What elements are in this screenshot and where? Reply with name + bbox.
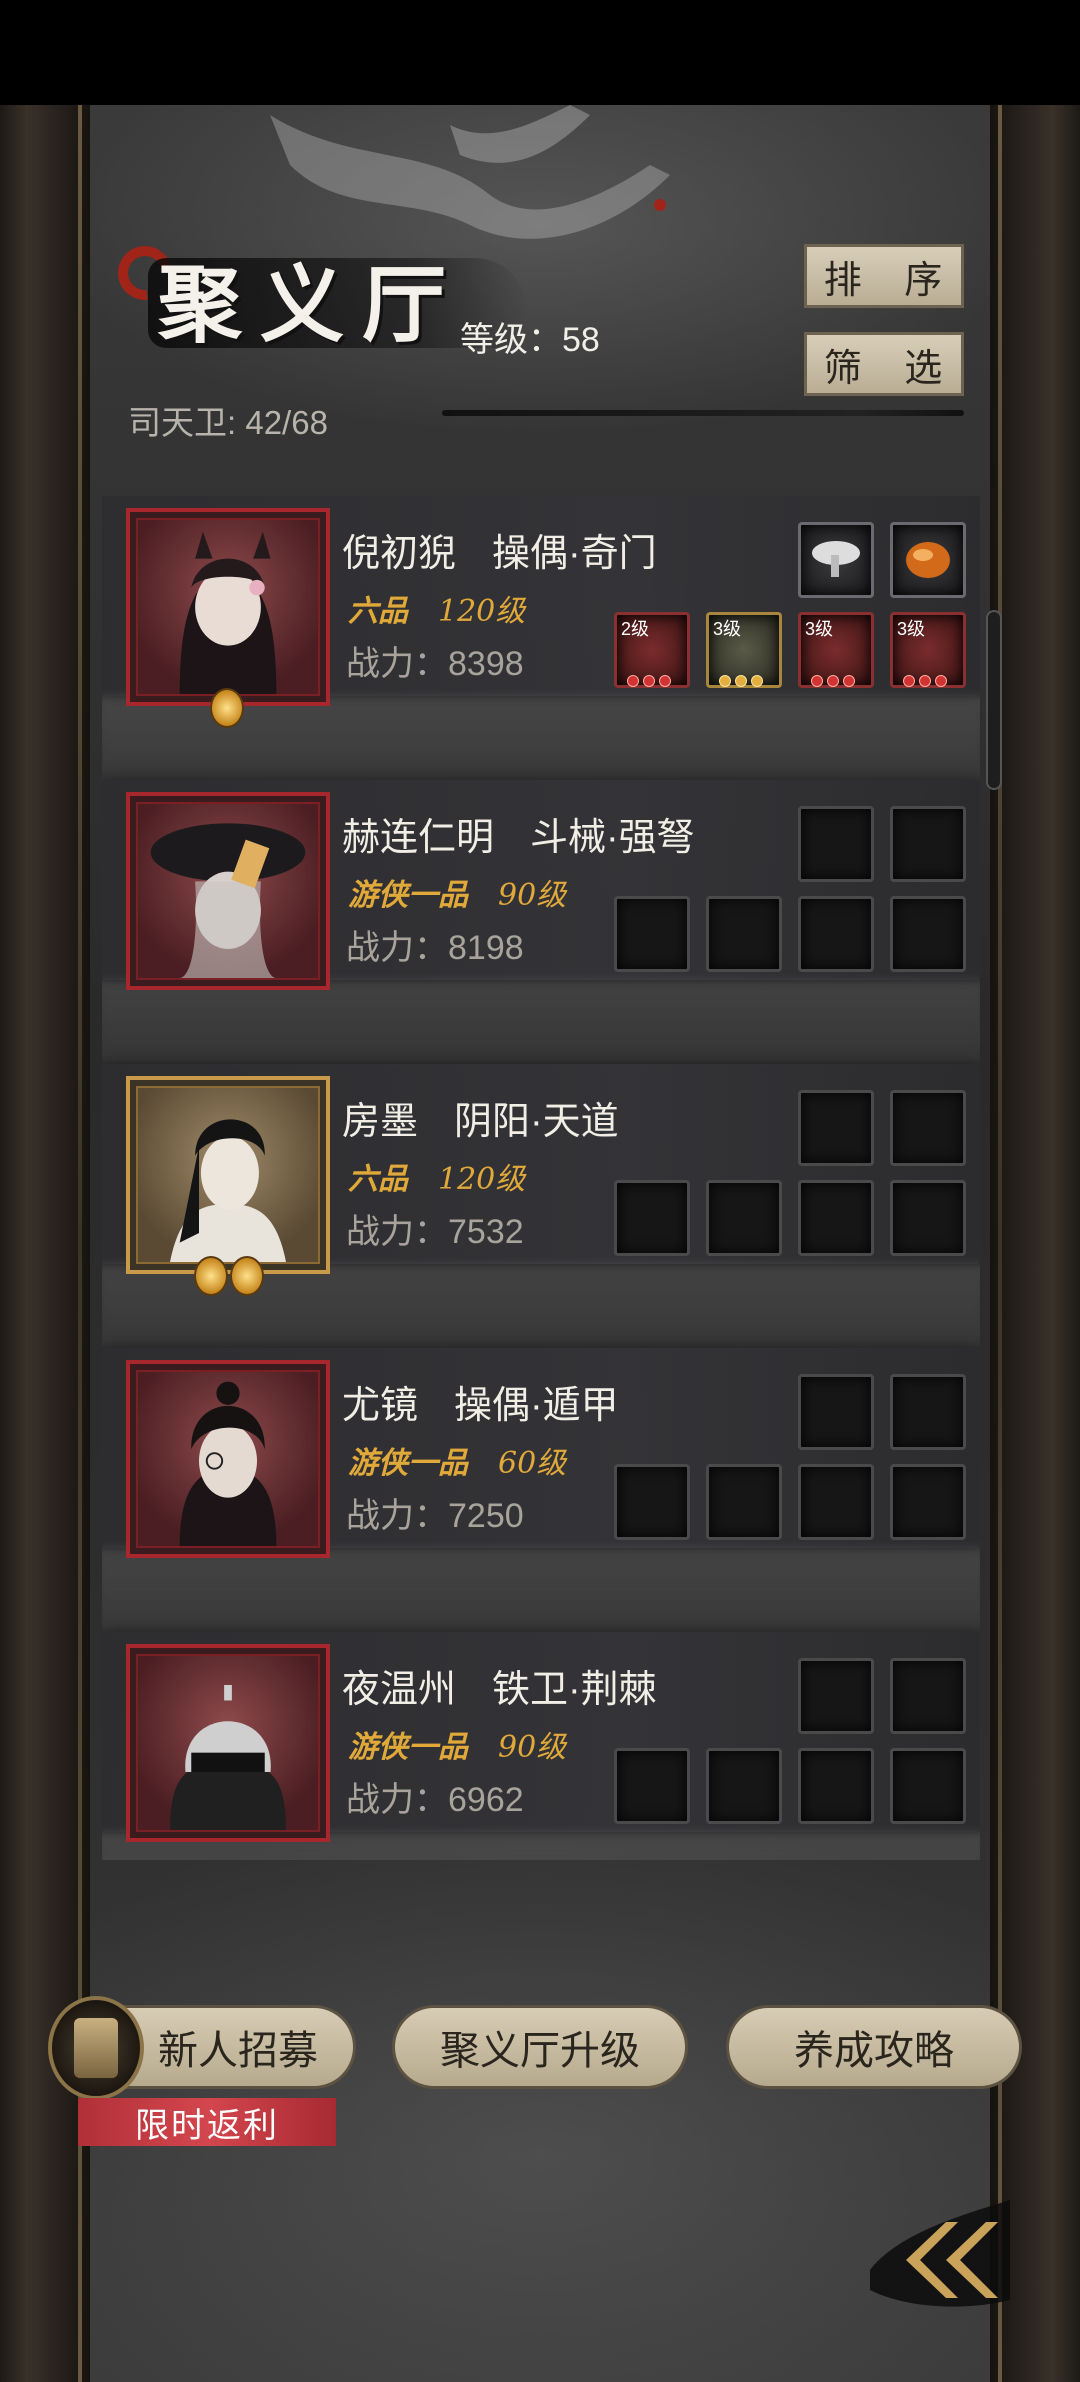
hall-title: 聚义厅 — [106, 228, 528, 368]
empty-slot[interactable] — [798, 1464, 874, 1540]
hero-class: 操偶·遁甲 — [454, 1385, 619, 1427]
empty-slot[interactable] — [890, 896, 966, 972]
hall-level: 等级：58 — [460, 321, 600, 359]
star-badge-icon — [210, 688, 244, 728]
empty-slot[interactable] — [706, 1180, 782, 1256]
hero-rank: 游侠一品 60级 — [348, 1446, 567, 1481]
filter-button[interactable]: 筛 选 — [804, 332, 964, 396]
hero-portrait[interactable] — [126, 1360, 330, 1558]
hero-portrait[interactable] — [126, 1076, 330, 1274]
hero-portrait[interactable] — [126, 1644, 330, 1842]
empty-slot[interactable] — [798, 1090, 874, 1166]
double-chevron-left-icon[interactable] — [860, 2170, 1020, 2320]
hero-avatar — [136, 802, 320, 980]
empty-slot[interactable] — [890, 1090, 966, 1166]
page-title: 聚义厅 — [158, 255, 465, 354]
hall-upgrade-button[interactable]: 聚义厅升级 — [392, 2005, 688, 2089]
hero-rank: 六品 120级 — [348, 1162, 526, 1197]
hero-name: 尤镜 操偶·遁甲 — [342, 1385, 619, 1427]
mushroom-item-icon[interactable] — [798, 522, 874, 598]
hero-avatar — [136, 1370, 320, 1548]
hero-level: 90级 — [498, 1730, 567, 1765]
empty-slot[interactable] — [798, 1658, 874, 1734]
hero-class: 铁卫·荆棘 — [492, 1669, 657, 1711]
crossbow-equip-icon[interactable]: 2级 — [614, 612, 690, 688]
horse-equip-icon[interactable]: 3级 — [890, 612, 966, 688]
hero-level: 120级 — [438, 594, 526, 629]
hero-portrait[interactable] — [126, 508, 330, 706]
hero-power: 战力：7250 — [346, 1497, 524, 1535]
horse-equip-icon[interactable]: 3级 — [798, 612, 874, 688]
hero-power: 战力：6962 — [346, 1781, 524, 1819]
amber-orb-icon[interactable] — [890, 522, 966, 598]
empty-slot[interactable] — [798, 1748, 874, 1824]
empty-slot[interactable] — [890, 1658, 966, 1734]
empty-slot[interactable] — [706, 1748, 782, 1824]
hero-rank: 游侠一品 90级 — [348, 1730, 567, 1765]
empty-slot[interactable] — [798, 806, 874, 882]
hero-name: 房墨 阴阳·天道 — [342, 1101, 619, 1143]
hero-list[interactable]: 倪初猊 操偶·奇门 六品 120级 战力：8398 2级 3级 3级 3级 赫连… — [102, 496, 980, 1860]
hero-card[interactable]: 房墨 阴阳·天道 六品 120级 战力：7532 — [102, 1064, 980, 1296]
hero-level: 90级 — [498, 878, 567, 913]
empty-slot[interactable] — [890, 1748, 966, 1824]
empty-slot[interactable] — [798, 896, 874, 972]
hero-portrait[interactable] — [126, 792, 330, 990]
empty-slot[interactable] — [890, 1374, 966, 1450]
armor-equip-icon[interactable]: 3级 — [706, 612, 782, 688]
hero-card[interactable]: 赫连仁明 斗械·强弩 游侠一品 90级 战力：8198 — [102, 780, 980, 990]
card-deck-icon[interactable] — [48, 1996, 144, 2100]
hero-avatar — [136, 1086, 320, 1264]
hero-class: 操偶·奇门 — [492, 533, 657, 575]
empty-slot[interactable] — [614, 1180, 690, 1256]
empty-slot[interactable] — [614, 1748, 690, 1824]
empty-slot[interactable] — [706, 1464, 782, 1540]
empty-slot[interactable] — [798, 1180, 874, 1256]
status-bar — [0, 0, 1080, 105]
hero-power: 战力：8198 — [346, 929, 524, 967]
hero-name: 赫连仁明 斗械·强弩 — [342, 817, 695, 859]
hero-power: 战力：7532 — [346, 1213, 524, 1251]
empty-slot[interactable] — [890, 1464, 966, 1540]
hero-name: 倪初猊 操偶·奇门 — [342, 533, 657, 575]
guide-button[interactable]: 养成攻略 — [726, 2005, 1022, 2089]
empty-slot[interactable] — [614, 896, 690, 972]
hero-card[interactable]: 尤镜 操偶·遁甲 游侠一品 60级 战力：7250 — [102, 1348, 980, 1558]
empty-slot[interactable] — [614, 1464, 690, 1540]
hero-level: 120级 — [438, 1162, 526, 1197]
hero-rank: 游侠一品 90级 — [348, 878, 567, 913]
hero-class: 阴阳·天道 — [454, 1101, 619, 1143]
empty-slot[interactable] — [890, 1180, 966, 1256]
hero-avatar — [136, 518, 320, 696]
empty-slot[interactable] — [890, 806, 966, 882]
promo-badge[interactable]: 限时返利 — [78, 2098, 336, 2146]
hero-rank: 六品 120级 — [348, 594, 526, 629]
sort-button[interactable]: 排 序 — [804, 244, 964, 308]
hero-avatar — [136, 1654, 320, 1832]
empty-slot[interactable] — [706, 896, 782, 972]
hero-name: 夜温州 铁卫·荆棘 — [342, 1669, 657, 1711]
hero-card[interactable]: 夜温州 铁卫·荆棘 游侠一品 90级 战力：6962 — [102, 1632, 980, 1842]
star-badge-icon — [230, 1256, 264, 1296]
hero-level: 60级 — [498, 1446, 567, 1481]
hero-power: 战力：8398 — [346, 645, 524, 683]
hero-card[interactable]: 倪初猊 操偶·奇门 六品 120级 战力：8398 2级 3级 3级 3级 — [102, 496, 980, 728]
hero-class: 斗械·强弩 — [530, 817, 695, 859]
member-count: 司天卫: 42/68 — [128, 404, 328, 441]
header-divider — [442, 410, 964, 416]
list-scrollbar[interactable] — [986, 610, 1002, 790]
empty-slot[interactable] — [798, 1374, 874, 1450]
star-badge-icon — [194, 1256, 228, 1296]
